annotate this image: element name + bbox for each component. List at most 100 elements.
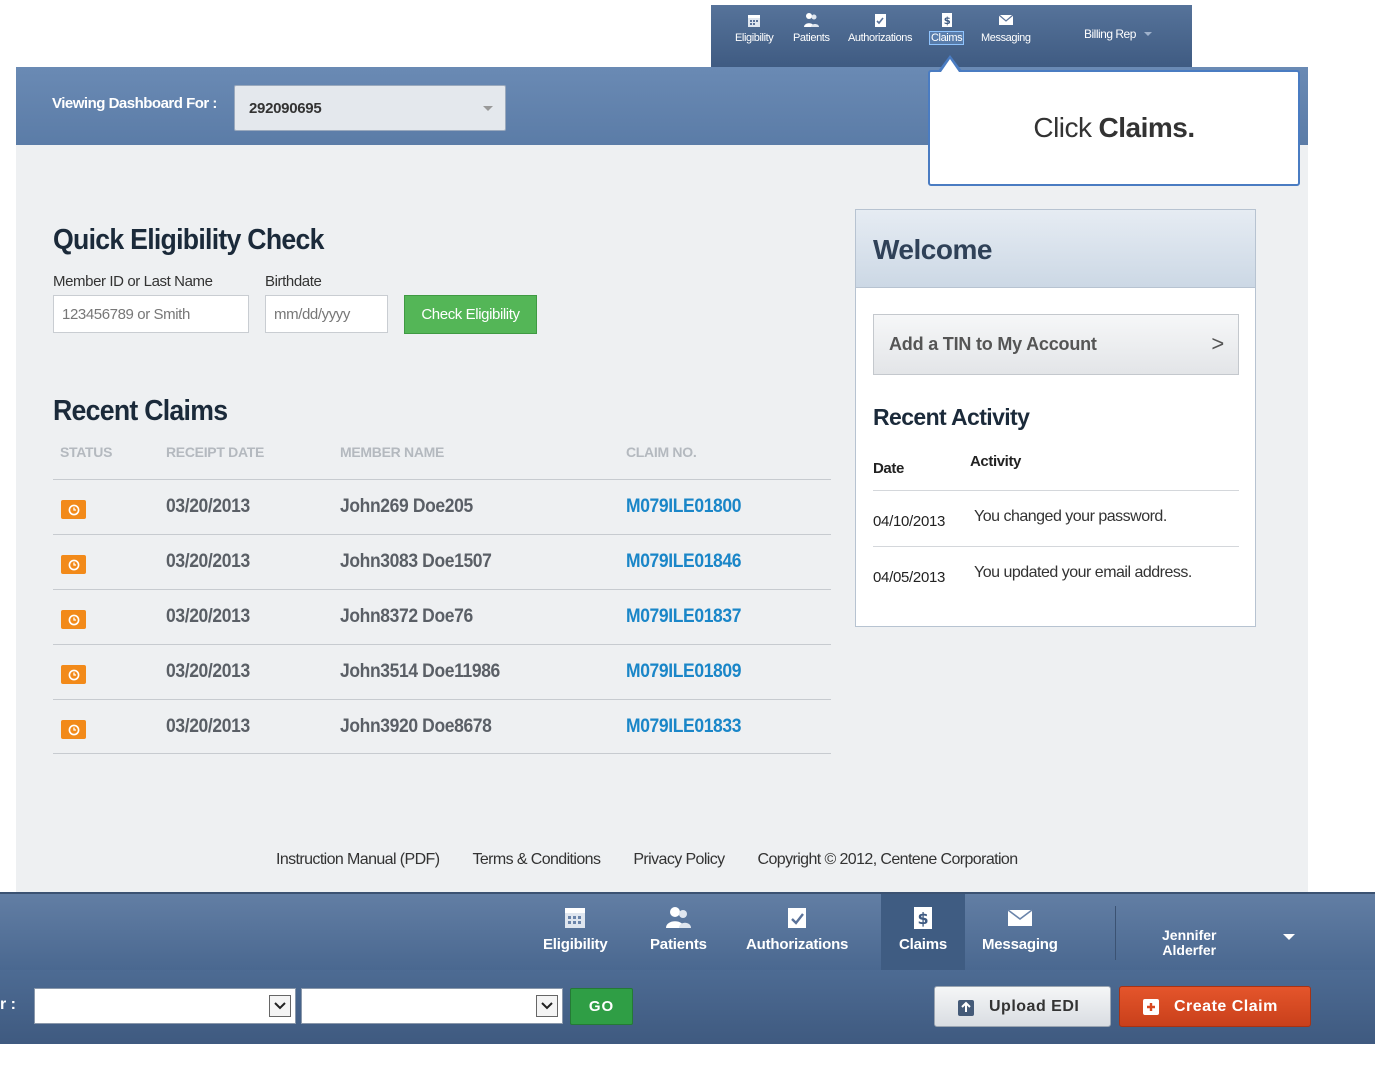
tin-select-value: 292090695 bbox=[249, 99, 322, 117]
column-header-status[interactable]: STATUS bbox=[60, 444, 112, 460]
nav-divider bbox=[1115, 906, 1116, 960]
nav-label: Patients bbox=[650, 936, 707, 953]
people-icon bbox=[666, 907, 692, 928]
welcome-panel: Welcome Add a TIN to My Account > Recent… bbox=[855, 209, 1256, 627]
copyright-text: Copyright © 2012, Centene Corporation bbox=[757, 851, 1019, 868]
footer-links: Instruction Manual (PDF) Terms & Conditi… bbox=[276, 851, 1018, 869]
column-header-claim-no[interactable]: CLAIM NO. bbox=[626, 444, 697, 460]
callout-prefix: Click bbox=[1033, 112, 1092, 143]
privacy-link[interactable]: Privacy Policy bbox=[633, 851, 725, 869]
activity-col-activity: Activity bbox=[970, 453, 1021, 470]
claim-number-link[interactable]: M079ILE01837 bbox=[626, 606, 741, 628]
recent-claims-table: 03/20/2013 John269 Doe205 M079ILE01800 0… bbox=[53, 479, 831, 754]
nav-label: Eligibility bbox=[543, 936, 608, 953]
viewing-dashboard-label: Viewing Dashboard For : bbox=[52, 95, 217, 112]
pending-clock-icon bbox=[61, 610, 86, 629]
table-row: 03/20/2013 John3083 Doe1507 M079ILE01846 bbox=[53, 534, 831, 589]
envelope-icon bbox=[1007, 909, 1033, 926]
nav-claims[interactable]: $ Claims bbox=[881, 894, 965, 970]
nav-patients[interactable]: Patients bbox=[650, 894, 707, 970]
activity-date: 04/05/2013 bbox=[873, 569, 946, 586]
member-name: John269 Doe205 bbox=[340, 496, 473, 517]
filter-action-bar: r : GO Upload EDI Create Claim bbox=[0, 970, 1375, 1044]
svg-text:$: $ bbox=[918, 909, 929, 928]
recent-claims-title: Recent Claims bbox=[53, 395, 228, 427]
create-claim-button[interactable]: Create Claim bbox=[1119, 986, 1311, 1027]
go-button[interactable]: GO bbox=[570, 988, 633, 1025]
chevron-down-icon bbox=[1143, 32, 1152, 36]
pending-clock-icon bbox=[61, 555, 86, 574]
pending-clock-icon bbox=[61, 500, 86, 519]
chevron-down-icon[interactable] bbox=[1283, 934, 1295, 940]
terms-link[interactable]: Terms & Conditions bbox=[472, 851, 601, 869]
filter-select-1[interactable] bbox=[34, 988, 296, 1024]
claim-number-link[interactable]: M079ILE01809 bbox=[626, 661, 741, 683]
user-menu[interactable]: Jennifer Alderfer bbox=[1162, 928, 1216, 958]
list-item: 04/05/2013 You updated your email addres… bbox=[873, 546, 1239, 602]
calendar-icon bbox=[565, 908, 586, 928]
tin-select[interactable]: 292090695 bbox=[234, 85, 506, 131]
add-tin-button[interactable]: Add a TIN to My Account > bbox=[873, 314, 1239, 375]
birthdate-input[interactable]: mm/dd/yyyy bbox=[265, 295, 388, 333]
dashboard-panel: Viewing Dashboard For : 292090695 Quick … bbox=[16, 67, 1308, 892]
welcome-title: Welcome bbox=[856, 210, 1255, 288]
column-header-receipt-date[interactable]: RECEIPT DATE bbox=[166, 444, 264, 460]
member-name: John3920 Doe8678 bbox=[340, 716, 492, 737]
mini-nav-claims[interactable]: $ Claims bbox=[928, 5, 965, 45]
checklist-icon bbox=[875, 14, 887, 27]
member-name: John3514 Doe11986 bbox=[340, 661, 500, 682]
mini-nav-label: Eligibility bbox=[735, 32, 774, 44]
user-last-name: Alderfer bbox=[1162, 942, 1217, 958]
activity-text: You changed your password. bbox=[974, 508, 1167, 525]
upload-icon bbox=[958, 999, 974, 1016]
nav-authorizations[interactable]: Authorizations bbox=[746, 894, 848, 970]
filter-select-2[interactable] bbox=[301, 988, 563, 1024]
member-id-input[interactable]: 123456789 or Smith bbox=[53, 295, 249, 333]
add-tin-label: Add a TIN to My Account bbox=[889, 334, 1097, 354]
receipt-date: 03/20/2013 bbox=[166, 661, 250, 682]
member-name: John3083 Doe1507 bbox=[340, 551, 492, 572]
upload-edi-label: Upload EDI bbox=[989, 997, 1080, 1015]
table-row: 03/20/2013 John3514 Doe11986 M079ILE0180… bbox=[53, 644, 831, 699]
activity-col-date: Date bbox=[873, 460, 904, 477]
member-id-label: Member ID or Last Name bbox=[53, 273, 213, 290]
dollar-doc-icon: $ bbox=[914, 907, 932, 929]
column-header-member-name[interactable]: MEMBER NAME bbox=[340, 444, 444, 460]
calendar-icon bbox=[748, 15, 761, 27]
add-document-icon bbox=[1143, 998, 1159, 1015]
mini-nav-label: Claims bbox=[928, 31, 965, 45]
mini-nav-label: Messaging bbox=[981, 32, 1031, 44]
table-row: 03/20/2013 John8372 Doe76 M079ILE01837 bbox=[53, 589, 831, 644]
receipt-date: 03/20/2013 bbox=[166, 551, 250, 572]
create-claim-label: Create Claim bbox=[1174, 997, 1278, 1015]
check-eligibility-button[interactable]: Check Eligibility bbox=[404, 295, 537, 334]
nav-label: Messaging bbox=[982, 936, 1058, 953]
checklist-icon bbox=[788, 908, 807, 928]
chevron-down-icon[interactable] bbox=[269, 995, 291, 1017]
mini-user-menu[interactable]: Billing Rep bbox=[1084, 27, 1152, 41]
upload-edi-button[interactable]: Upload EDI bbox=[934, 986, 1111, 1027]
nav-label: Claims bbox=[899, 936, 947, 953]
claim-number-link[interactable]: M079ILE01846 bbox=[626, 551, 741, 573]
instruction-manual-link[interactable]: Instruction Manual (PDF) bbox=[276, 851, 440, 869]
mini-nav-patients[interactable]: Patients bbox=[793, 5, 830, 44]
table-row: 03/20/2013 John3920 Doe8678 M079ILE01833 bbox=[53, 699, 831, 754]
mini-user-name: Billing Rep bbox=[1084, 27, 1136, 41]
claim-number-link[interactable]: M079ILE01833 bbox=[626, 716, 741, 738]
mini-nav-label: Authorizations bbox=[848, 32, 913, 44]
claim-number-link[interactable]: M079ILE01800 bbox=[626, 496, 741, 518]
people-icon bbox=[804, 13, 820, 27]
chevron-right-icon: > bbox=[1211, 331, 1224, 356]
activity-text: You updated your email address. bbox=[974, 564, 1192, 581]
mini-nav-messaging[interactable]: Messaging bbox=[981, 5, 1031, 44]
receipt-date: 03/20/2013 bbox=[166, 496, 250, 517]
mini-nav-eligibility[interactable]: Eligibility bbox=[735, 5, 774, 44]
list-item: 04/10/2013 You changed your password. bbox=[873, 490, 1239, 546]
mini-nav-authorizations[interactable]: Authorizations bbox=[848, 5, 913, 44]
activity-date: 04/10/2013 bbox=[873, 513, 946, 530]
nav-eligibility[interactable]: Eligibility bbox=[543, 894, 608, 970]
chevron-down-icon[interactable] bbox=[536, 995, 558, 1017]
callout-emphasis: Claims. bbox=[1098, 112, 1196, 143]
nav-messaging[interactable]: Messaging bbox=[982, 894, 1058, 970]
user-first-name: Jennifer bbox=[1162, 927, 1217, 943]
